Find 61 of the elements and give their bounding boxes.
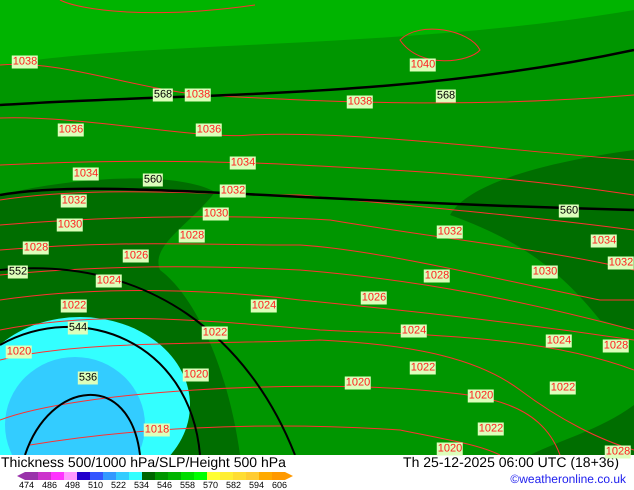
pressure-label: 1032: [436, 226, 464, 238]
legend-tick-label: 558: [180, 480, 196, 490]
legend-tick-label: 498: [65, 480, 82, 490]
pressure-label: 1028: [602, 340, 630, 352]
legend-tick-label: 486: [42, 480, 58, 490]
pressure-label: 1032: [608, 256, 634, 270]
pressure-label: 1028: [22, 242, 50, 254]
pressure-label: 1020: [6, 346, 32, 358]
pressure-label: 1032: [60, 194, 88, 208]
pressure-label: 1030: [202, 208, 230, 220]
pressure-label: 1022: [202, 326, 228, 340]
pressure-label: 1022: [478, 422, 504, 436]
pressure-label: 1024: [96, 274, 122, 288]
pressure-label: 1040: [410, 58, 436, 72]
pressure-label: 1034: [590, 234, 618, 248]
legend-tick-label: 594: [249, 480, 266, 490]
pressure-label: 1030: [532, 266, 558, 278]
pressure-label: 1026: [360, 292, 388, 304]
pressure-label: 1020: [344, 376, 372, 390]
legend-tick-label: 510: [88, 480, 104, 490]
legend-arrow-icon: [17, 472, 25, 480]
pressure-label: 1020: [182, 368, 210, 382]
pressure-label: 1024: [546, 334, 572, 348]
legend-tick-label: 546: [157, 480, 174, 490]
pressure-label: 1018: [144, 424, 170, 436]
legend-tick-label: 606: [272, 480, 288, 490]
pressure-label: 1034: [230, 156, 256, 170]
legend-tick-label: 474: [19, 480, 36, 490]
pressure-label: 1028: [424, 270, 450, 282]
pressure-label: 1022: [60, 300, 88, 312]
thickness-label: 560: [142, 174, 164, 186]
pressure-label: 1038: [184, 88, 212, 102]
pressure-label: 1024: [250, 300, 278, 312]
pressure-label: 1020: [468, 390, 494, 402]
map-title: Thickness 500/1000 hPa/SLP/Height 500 hPa: [1, 454, 286, 471]
pressure-label: 1030: [56, 218, 84, 232]
pressure-label: 1022: [410, 362, 436, 374]
pressure-label: 1020: [436, 442, 464, 456]
pressure-label: 1036: [58, 124, 84, 136]
pressure-label: 1022: [550, 382, 576, 394]
thickness-label: 568: [152, 88, 174, 102]
pressure-label: 1036: [196, 124, 222, 136]
pressure-label: 1026: [122, 250, 150, 262]
legend-tick-label: 582: [226, 480, 242, 490]
pressure-label: 1028: [604, 446, 632, 458]
legend-tick-label: 522: [111, 480, 128, 490]
pressure-label: 1038: [12, 56, 38, 68]
legend-tick-label: 570: [203, 480, 220, 490]
thickness-label: 536: [78, 372, 98, 384]
pressure-label: 1038: [346, 96, 374, 108]
legend-arrow-icon: [285, 472, 293, 480]
pressure-label: 1032: [220, 184, 246, 198]
pressure-label: 1034: [72, 168, 100, 180]
thickness-label: 560: [558, 204, 580, 218]
thickness-label: 544: [68, 322, 88, 334]
legend-tick-label: 534: [134, 480, 150, 490]
thickness-label: 568: [436, 90, 456, 102]
pressure-label: 1024: [400, 324, 428, 338]
credit-link[interactable]: ©weatheronline.co.uk: [510, 472, 633, 486]
thickness-label: 552: [8, 266, 28, 278]
pressure-label: 1028: [178, 230, 206, 242]
